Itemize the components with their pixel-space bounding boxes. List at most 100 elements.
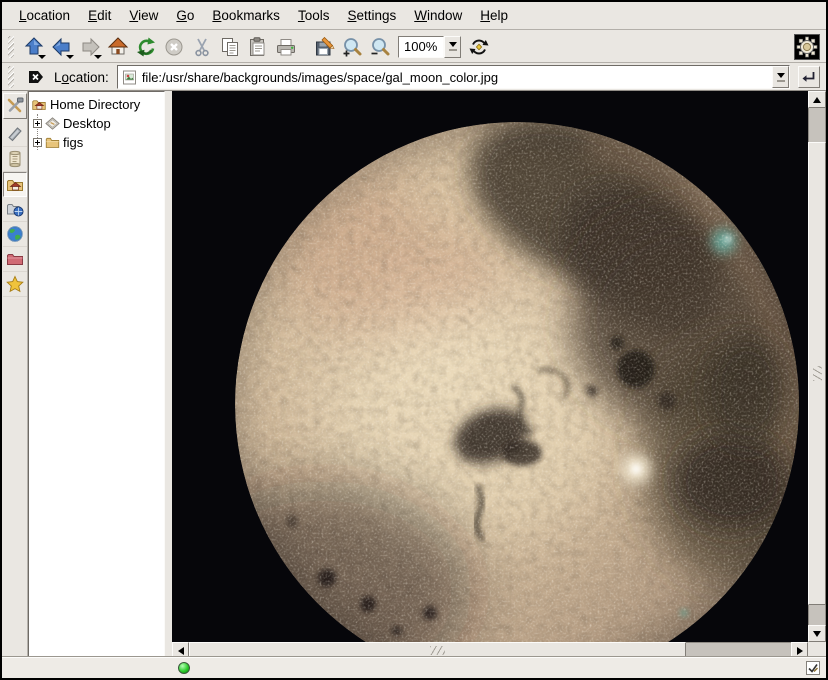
vertical-scroll-thumb[interactable] — [808, 142, 826, 605]
go-button[interactable] — [798, 66, 820, 88]
sidebar-tab-network[interactable] — [3, 197, 27, 222]
up-dropdown-caret[interactable] — [38, 55, 46, 59]
vertical-scrollbar[interactable] — [808, 91, 826, 642]
scroll-down-button[interactable] — [808, 625, 826, 642]
scissors-icon — [191, 36, 213, 58]
location-label: Location: — [52, 70, 113, 85]
sidebar-tab-devices[interactable] — [3, 122, 27, 147]
stop-button[interactable] — [160, 34, 188, 60]
menu-location[interactable]: Location — [10, 6, 79, 25]
konqueror-logo — [794, 34, 820, 60]
tree-item-desktop[interactable]: Desktop — [31, 114, 164, 133]
arrow-down-icon — [813, 631, 821, 637]
menu-tools[interactable]: Tools — [289, 6, 339, 25]
device-icon — [6, 125, 24, 143]
up-button[interactable] — [20, 34, 48, 60]
floppy-pencil-icon — [313, 36, 335, 58]
moon-photo — [172, 91, 808, 642]
cut-button[interactable] — [188, 34, 216, 60]
menu-bookmarks[interactable]: Bookmarks — [203, 6, 289, 25]
location-toolbar: Location: file:/usr/share/backgrounds/im… — [2, 64, 826, 91]
scroll-up-button[interactable] — [808, 91, 826, 108]
folder-icon — [45, 135, 60, 150]
printer-icon — [275, 36, 297, 58]
location-dropdown[interactable] — [772, 66, 789, 88]
image-file-icon — [122, 70, 137, 85]
tree-item-label[interactable]: Home Directory — [50, 97, 140, 112]
chevron-down-icon — [777, 73, 785, 78]
chevron-down-icon — [449, 42, 457, 47]
sidebar-tab-web-browser[interactable] — [3, 222, 27, 247]
location-input[interactable]: file:/usr/share/backgrounds/images/space… — [117, 65, 790, 89]
expand-icon[interactable] — [33, 138, 42, 147]
desktop-icon — [45, 116, 60, 131]
sidebar-tab-home-directory[interactable] — [3, 172, 27, 197]
folder-tree: Home Directory Desktop figs — [28, 91, 165, 657]
expand-icon[interactable] — [33, 119, 42, 128]
clear-location-button[interactable] — [24, 64, 48, 90]
konqueror-window: LocationEditViewGoBookmarksToolsSettings… — [0, 0, 828, 680]
statusbar — [2, 657, 826, 678]
clipboard-icon — [247, 36, 269, 58]
paste-button[interactable] — [244, 34, 272, 60]
zoom-level-combo[interactable]: 100% — [398, 36, 461, 58]
tree-item-label[interactable]: Desktop — [63, 116, 111, 131]
location-url[interactable]: file:/usr/share/backgrounds/images/space… — [142, 70, 772, 85]
gear-icon — [796, 36, 818, 58]
reload-button[interactable] — [132, 34, 160, 60]
zoom-in-icon — [341, 36, 363, 58]
reload-icon — [135, 36, 157, 58]
sidebar-tab-bookmarks[interactable] — [3, 272, 27, 297]
locationbar-grip[interactable] — [8, 66, 14, 88]
tools-icon — [6, 97, 24, 115]
arrow-left-icon — [178, 647, 184, 655]
folder-home-icon — [6, 176, 24, 194]
sidebar-tab-root-folder[interactable] — [3, 247, 27, 272]
toolbar-grip[interactable] — [8, 36, 14, 58]
red-folder-icon — [6, 250, 24, 268]
menu-help[interactable]: Help — [471, 6, 517, 25]
menu-view[interactable]: View — [120, 6, 167, 25]
check-pen-icon — [807, 662, 819, 674]
sidebar-tabbar — [2, 91, 28, 657]
save-as-button[interactable] — [310, 34, 338, 60]
arrow-up-icon — [813, 97, 821, 103]
panel-splitter[interactable] — [165, 91, 172, 657]
star-icon — [6, 275, 24, 293]
home-icon — [107, 36, 129, 58]
arrow-right-icon — [797, 647, 803, 655]
folder-home-icon — [31, 97, 47, 112]
zoom-level-dropdown[interactable] — [444, 36, 461, 58]
main-area: Home Directory Desktop figs — [2, 91, 826, 657]
link-view-checkbox[interactable] — [806, 661, 820, 675]
globe-icon — [6, 225, 24, 243]
menu-go[interactable]: Go — [167, 6, 203, 25]
menu-edit[interactable]: Edit — [79, 6, 120, 25]
zoom-out-button[interactable] — [366, 34, 394, 60]
sidebar-tab-configure[interactable] — [3, 93, 27, 119]
image-view — [172, 91, 808, 642]
zoom-level-value[interactable]: 100% — [398, 36, 444, 58]
print-button[interactable] — [272, 34, 300, 60]
sidebar-tab-history[interactable] — [3, 147, 27, 172]
menu-settings[interactable]: Settings — [338, 6, 405, 25]
rotate-button[interactable] — [465, 34, 493, 60]
rotate-icon — [468, 36, 490, 58]
back-button[interactable] — [48, 34, 76, 60]
menubar: LocationEditViewGoBookmarksToolsSettings… — [2, 2, 826, 30]
copy-button[interactable] — [216, 34, 244, 60]
main-toolbar: 100% — [2, 31, 826, 63]
folder-network-icon — [6, 200, 24, 218]
forward-dropdown-caret[interactable] — [94, 55, 102, 59]
copy-icon — [219, 36, 241, 58]
zoom-in-button[interactable] — [338, 34, 366, 60]
tree-item-home-directory[interactable]: Home Directory — [31, 95, 164, 114]
forward-button[interactable] — [76, 34, 104, 60]
menu-window[interactable]: Window — [405, 6, 471, 25]
tree-item-figs[interactable]: figs — [31, 133, 164, 152]
back-dropdown-caret[interactable] — [66, 55, 74, 59]
clear-location-icon — [26, 67, 46, 87]
stop-icon — [163, 36, 185, 58]
home-button[interactable] — [104, 34, 132, 60]
tree-item-label[interactable]: figs — [63, 135, 83, 150]
